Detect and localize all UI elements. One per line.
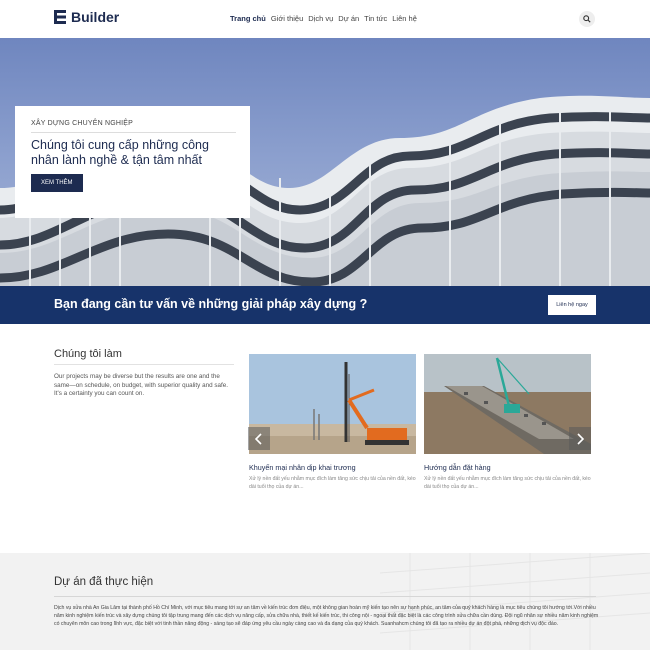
- logo[interactable]: Builder: [54, 9, 119, 25]
- nav-item-services[interactable]: Dịch vụ: [308, 14, 333, 23]
- service-card[interactable]: Khuyến mại nhân dịp khai trương Xử lý nề…: [249, 354, 416, 491]
- hero-kicker: XÂY DỰNG CHUYÊN NGHIỆP: [31, 120, 134, 127]
- projects-description: Dịch vụ sửa nhà An Gia Lâm tại thành phố…: [54, 605, 599, 628]
- logo-icon: [54, 10, 66, 24]
- nav-item-home[interactable]: Trang chủ: [230, 14, 266, 23]
- cta-bar: Bạn đang cần tư vấn về những giải pháp x…: [0, 286, 650, 324]
- nav-item-contact[interactable]: Liên hệ: [392, 14, 417, 23]
- projects-section: Dự án đã thực hiện Dịch vụ sửa nhà An Gi…: [0, 553, 650, 650]
- search-icon: [583, 15, 591, 23]
- projects-title: Dự án đã thực hiện: [54, 576, 154, 588]
- service-card-title[interactable]: Hướng dẫn đặt hàng: [424, 463, 591, 472]
- service-card-desc: Xử lý nền đất yếu nhằm mục đích làm tăng…: [249, 476, 416, 490]
- site-header: Builder Trang chủ Giới thiệu Dịch vụ Dự …: [0, 0, 650, 38]
- hero-read-more-button[interactable]: XEM THÊM: [31, 174, 83, 192]
- hero-card: XÂY DỰNG CHUYÊN NGHIỆP Chúng tôi cung cấ…: [15, 106, 250, 218]
- chevron-right-icon: [577, 432, 584, 445]
- projects-divider: [54, 596, 596, 597]
- projects-background-image: [380, 553, 650, 650]
- services-description: Our projects may be diverse but the resu…: [54, 373, 228, 398]
- slider-prev-button[interactable]: [248, 427, 270, 450]
- service-card[interactable]: Hướng dẫn đặt hàng Xử lý nền đất yếu nhằ…: [424, 354, 591, 491]
- service-card-desc: Xử lý nền đất yếu nhằm mục đích làm tăng…: [424, 476, 591, 490]
- search-button[interactable]: [579, 11, 595, 27]
- contact-now-button[interactable]: Liên hệ ngay: [548, 295, 596, 315]
- main-nav: Trang chủ Giới thiệu Dịch vụ Dự án Tin t…: [230, 14, 417, 23]
- nav-item-projects[interactable]: Dự án: [338, 14, 359, 23]
- hero-title: Chúng tôi cung cấp những công nhân lành …: [31, 138, 209, 167]
- chevron-left-icon: [255, 432, 262, 445]
- services-divider: [54, 364, 234, 365]
- slider-next-button[interactable]: [569, 427, 591, 450]
- nav-item-about[interactable]: Giới thiệu: [271, 14, 303, 23]
- cta-text: Bạn đang cần tư vấn về những giải pháp x…: [54, 297, 368, 311]
- nav-item-news[interactable]: Tin tức: [364, 14, 387, 23]
- service-card-image[interactable]: [424, 354, 591, 454]
- logo-text: Builder: [71, 9, 120, 25]
- service-card-title[interactable]: Khuyến mại nhân dịp khai trương: [249, 463, 416, 472]
- service-card-image[interactable]: [249, 354, 416, 454]
- hero-banner: XÂY DỰNG CHUYÊN NGHIỆP Chúng tôi cung cấ…: [0, 38, 650, 286]
- services-title: Chúng tôi làm: [54, 348, 122, 360]
- hero-divider: [31, 132, 236, 133]
